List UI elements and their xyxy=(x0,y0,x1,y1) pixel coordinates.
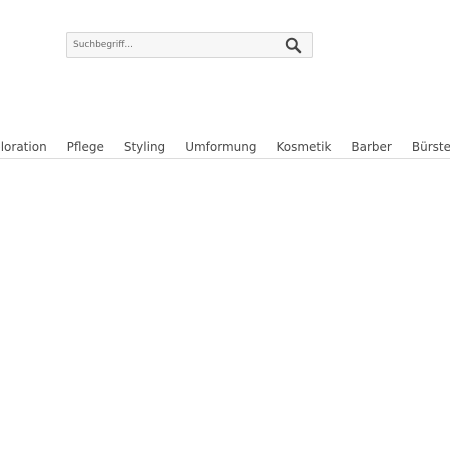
nav-item-kosmetik[interactable]: Kosmetik xyxy=(276,137,331,157)
nav-item-barber[interactable]: Barber xyxy=(351,137,391,157)
nav-item-buersten[interactable]: Bürsten xyxy=(412,137,450,157)
nav-divider xyxy=(0,158,450,159)
search-button[interactable] xyxy=(280,32,306,58)
nav-item-umformung[interactable]: Umformung xyxy=(185,137,256,157)
nav-item-styling[interactable]: Styling xyxy=(124,137,165,157)
nav-item-pflege[interactable]: Pflege xyxy=(67,137,104,157)
nav-item-coloration[interactable]: Coloration xyxy=(0,137,47,157)
search-input[interactable] xyxy=(67,33,280,57)
category-nav: Coloration Pflege Styling Umformung Kosm… xyxy=(0,137,450,157)
search-box xyxy=(66,32,313,58)
page: Coloration Pflege Styling Umformung Kosm… xyxy=(0,0,450,450)
search-icon xyxy=(285,37,301,53)
